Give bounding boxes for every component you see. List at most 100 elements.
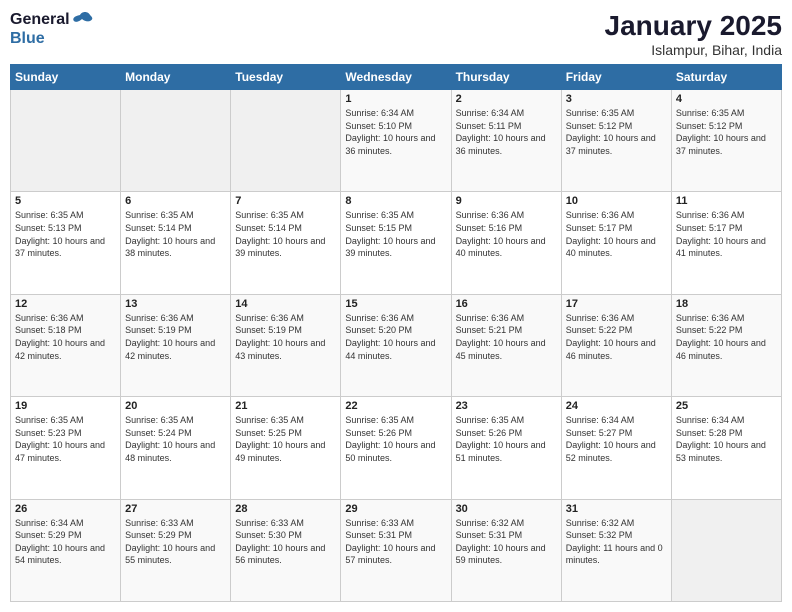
day-info: Sunrise: 6:36 AMSunset: 5:18 PMDaylight:… bbox=[15, 312, 116, 362]
day-info: Sunrise: 6:36 AMSunset: 5:22 PMDaylight:… bbox=[676, 312, 777, 362]
calendar-day-cell: 3 Sunrise: 6:35 AMSunset: 5:12 PMDaylight… bbox=[561, 90, 671, 192]
day-info: Sunrise: 6:36 AMSunset: 5:19 PMDaylight:… bbox=[235, 312, 336, 362]
day-number: 22 bbox=[345, 400, 446, 412]
calendar-day-cell: 29Sunrise: 6:33 AMSunset: 5:31 PMDayligh… bbox=[341, 499, 451, 601]
day-number: 9 bbox=[456, 195, 557, 207]
calendar-day-cell: 1Sunrise: 6:34 AMSunset: 5:10 PMDaylight… bbox=[341, 90, 451, 192]
day-info: Sunrise: 6:32 AMSunset: 5:31 PMDaylight:… bbox=[456, 517, 557, 567]
calendar-week-row: 5 Sunrise: 6:35 AMSunset: 5:13 PMDaylight… bbox=[11, 192, 782, 294]
day-info: Sunrise: 6:35 AMSunset: 5:25 PMDaylight:… bbox=[235, 414, 336, 464]
calendar-day-cell: 22Sunrise: 6:35 AMSunset: 5:26 PMDayligh… bbox=[341, 397, 451, 499]
logo-blue: Blue bbox=[10, 29, 94, 48]
day-number: 4 bbox=[676, 93, 777, 105]
day-number: 21 bbox=[235, 400, 336, 412]
day-info: Sunrise: 6:35 AMSunset: 5:14 PMDaylight:… bbox=[125, 209, 226, 259]
calendar-week-row: 26 Sunrise: 6:34 AMSunset: 5:29 PMDayligh… bbox=[11, 499, 782, 601]
calendar-day-cell: 26 Sunrise: 6:34 AMSunset: 5:29 PMDayligh… bbox=[11, 499, 121, 601]
calendar-day-cell: 13 Sunrise: 6:36 AMSunset: 5:19 PMDayligh… bbox=[121, 294, 231, 396]
day-number: 13 bbox=[125, 298, 226, 310]
weekday-header: Saturday bbox=[671, 65, 781, 90]
calendar-day-cell: 19 Sunrise: 6:35 AMSunset: 5:23 PMDayligh… bbox=[11, 397, 121, 499]
day-info: Sunrise: 6:35 AMSunset: 5:15 PMDaylight:… bbox=[345, 209, 446, 259]
day-number: 8 bbox=[345, 195, 446, 207]
day-number: 12 bbox=[15, 298, 116, 310]
calendar-day-cell: 23 Sunrise: 6:35 AMSunset: 5:26 PMDayligh… bbox=[451, 397, 561, 499]
day-info: Sunrise: 6:35 AMSunset: 5:14 PMDaylight:… bbox=[235, 209, 336, 259]
calendar-week-row: 1Sunrise: 6:34 AMSunset: 5:10 PMDaylight… bbox=[11, 90, 782, 192]
calendar-day-cell: 2Sunrise: 6:34 AMSunset: 5:11 PMDaylight… bbox=[451, 90, 561, 192]
day-number: 7 bbox=[235, 195, 336, 207]
weekday-header: Wednesday bbox=[341, 65, 451, 90]
calendar-table: SundayMondayTuesdayWednesdayThursdayFrid… bbox=[10, 64, 782, 602]
calendar-day-cell: 12 Sunrise: 6:36 AMSunset: 5:18 PMDayligh… bbox=[11, 294, 121, 396]
day-info: Sunrise: 6:36 AMSunset: 5:20 PMDaylight:… bbox=[345, 312, 446, 362]
day-info: Sunrise: 6:36 AMSunset: 5:17 PMDaylight:… bbox=[566, 209, 667, 259]
day-info: Sunrise: 6:35 AMSunset: 5:12 PMDaylight:… bbox=[566, 107, 667, 157]
day-info: Sunrise: 6:34 AMSunset: 5:27 PMDaylight:… bbox=[566, 414, 667, 464]
day-number: 29 bbox=[345, 503, 446, 515]
day-info: Sunrise: 6:35 AMSunset: 5:13 PMDaylight:… bbox=[15, 209, 116, 259]
calendar-day-cell: 25 Sunrise: 6:34 AMSunset: 5:28 PMDayligh… bbox=[671, 397, 781, 499]
day-info: Sunrise: 6:35 AMSunset: 5:12 PMDaylight:… bbox=[676, 107, 777, 157]
calendar-day-cell: 24 Sunrise: 6:34 AMSunset: 5:27 PMDayligh… bbox=[561, 397, 671, 499]
day-info: Sunrise: 6:36 AMSunset: 5:21 PMDaylight:… bbox=[456, 312, 557, 362]
day-number: 6 bbox=[125, 195, 226, 207]
calendar-day-cell: 17 Sunrise: 6:36 AMSunset: 5:22 PMDayligh… bbox=[561, 294, 671, 396]
day-info: Sunrise: 6:34 AMSunset: 5:29 PMDaylight:… bbox=[15, 517, 116, 567]
calendar-day-cell: 4 Sunrise: 6:35 AMSunset: 5:12 PMDaylight… bbox=[671, 90, 781, 192]
day-number: 26 bbox=[15, 503, 116, 515]
day-number: 19 bbox=[15, 400, 116, 412]
month-title: January 2025 bbox=[605, 10, 782, 42]
day-info: Sunrise: 6:35 AMSunset: 5:26 PMDaylight:… bbox=[456, 414, 557, 464]
day-number: 10 bbox=[566, 195, 667, 207]
day-number: 28 bbox=[235, 503, 336, 515]
calendar-day-cell: 6 Sunrise: 6:35 AMSunset: 5:14 PMDaylight… bbox=[121, 192, 231, 294]
calendar-day-cell: 10 Sunrise: 6:36 AMSunset: 5:17 PMDayligh… bbox=[561, 192, 671, 294]
day-number: 25 bbox=[676, 400, 777, 412]
calendar-day-cell: 11 Sunrise: 6:36 AMSunset: 5:17 PMDayligh… bbox=[671, 192, 781, 294]
day-number: 30 bbox=[456, 503, 557, 515]
calendar-week-row: 19 Sunrise: 6:35 AMSunset: 5:23 PMDayligh… bbox=[11, 397, 782, 499]
day-number: 3 bbox=[566, 93, 667, 105]
calendar-day-cell: 30 Sunrise: 6:32 AMSunset: 5:31 PMDayligh… bbox=[451, 499, 561, 601]
calendar-day-cell: 20Sunrise: 6:35 AMSunset: 5:24 PMDayligh… bbox=[121, 397, 231, 499]
calendar-day-cell bbox=[671, 499, 781, 601]
logo-general: General bbox=[10, 10, 70, 29]
logo-text: General Blue bbox=[10, 10, 94, 48]
day-number: 24 bbox=[566, 400, 667, 412]
calendar-day-cell: 5 Sunrise: 6:35 AMSunset: 5:13 PMDaylight… bbox=[11, 192, 121, 294]
calendar-day-cell bbox=[11, 90, 121, 192]
weekday-header: Tuesday bbox=[231, 65, 341, 90]
day-info: Sunrise: 6:34 AMSunset: 5:28 PMDaylight:… bbox=[676, 414, 777, 464]
day-info: Sunrise: 6:36 AMSunset: 5:19 PMDaylight:… bbox=[125, 312, 226, 362]
day-number: 18 bbox=[676, 298, 777, 310]
location: Islampur, Bihar, India bbox=[605, 42, 782, 58]
calendar-day-cell: 9 Sunrise: 6:36 AMSunset: 5:16 PMDaylight… bbox=[451, 192, 561, 294]
day-number: 14 bbox=[235, 298, 336, 310]
day-info: Sunrise: 6:36 AMSunset: 5:17 PMDaylight:… bbox=[676, 209, 777, 259]
header: General Blue January 2025 Islampur, Biha… bbox=[10, 10, 782, 58]
day-number: 17 bbox=[566, 298, 667, 310]
page: General Blue January 2025 Islampur, Biha… bbox=[0, 0, 792, 612]
day-info: Sunrise: 6:36 AMSunset: 5:16 PMDaylight:… bbox=[456, 209, 557, 259]
calendar-day-cell: 7 Sunrise: 6:35 AMSunset: 5:14 PMDaylight… bbox=[231, 192, 341, 294]
day-info: Sunrise: 6:36 AMSunset: 5:22 PMDaylight:… bbox=[566, 312, 667, 362]
calendar-day-cell bbox=[121, 90, 231, 192]
calendar-day-cell: 31Sunrise: 6:32 AMSunset: 5:32 PMDayligh… bbox=[561, 499, 671, 601]
title-block: January 2025 Islampur, Bihar, India bbox=[605, 10, 782, 58]
logo-bird-icon bbox=[72, 11, 94, 29]
day-number: 27 bbox=[125, 503, 226, 515]
day-number: 11 bbox=[676, 195, 777, 207]
weekday-header: Friday bbox=[561, 65, 671, 90]
day-number: 20 bbox=[125, 400, 226, 412]
day-number: 5 bbox=[15, 195, 116, 207]
weekday-header: Monday bbox=[121, 65, 231, 90]
calendar-day-cell: 18 Sunrise: 6:36 AMSunset: 5:22 PMDayligh… bbox=[671, 294, 781, 396]
day-info: Sunrise: 6:34 AMSunset: 5:11 PMDaylight:… bbox=[456, 107, 557, 157]
day-info: Sunrise: 6:32 AMSunset: 5:32 PMDaylight:… bbox=[566, 517, 667, 567]
day-number: 1 bbox=[345, 93, 446, 105]
calendar-day-cell: 21 Sunrise: 6:35 AMSunset: 5:25 PMDayligh… bbox=[231, 397, 341, 499]
calendar-day-cell: 16Sunrise: 6:36 AMSunset: 5:21 PMDayligh… bbox=[451, 294, 561, 396]
day-info: Sunrise: 6:35 AMSunset: 5:23 PMDaylight:… bbox=[15, 414, 116, 464]
day-number: 23 bbox=[456, 400, 557, 412]
